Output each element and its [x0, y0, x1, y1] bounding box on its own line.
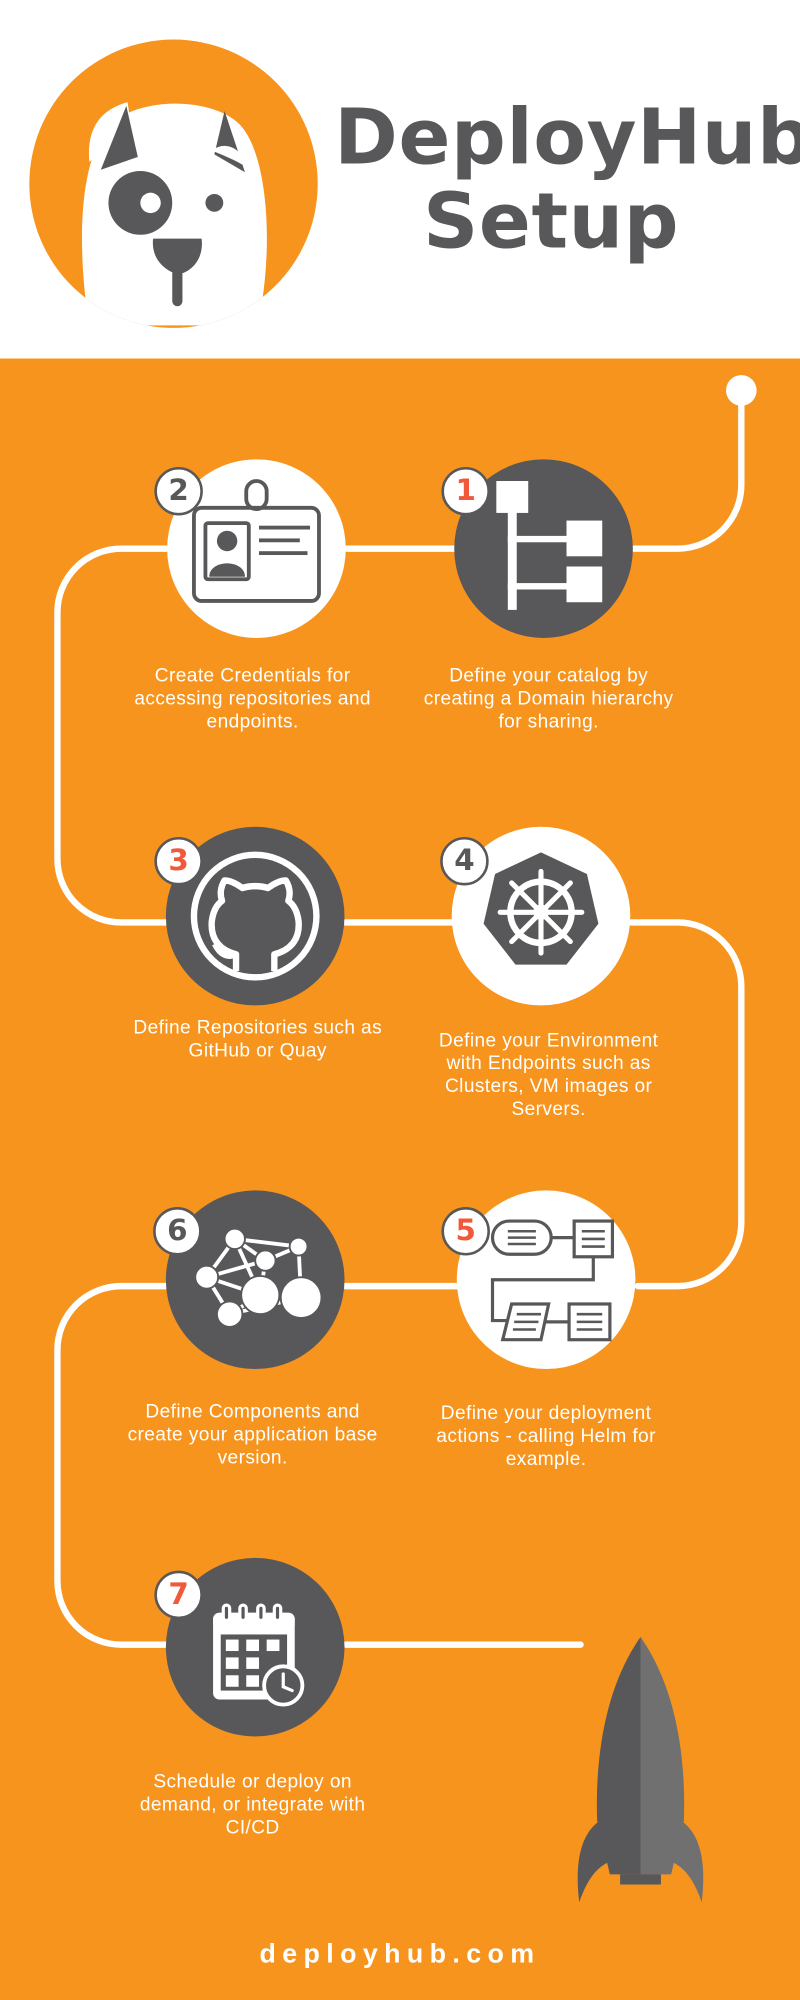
step-6-description: Define Components and create your applic…	[127, 1400, 378, 1469]
step-2-description: Create Credentials for accessing reposit…	[134, 664, 371, 733]
step-3-badge: 3	[154, 837, 203, 886]
rocket-icon	[577, 1637, 704, 1903]
step-1-description: Define your catalog by creating a Domain…	[423, 664, 674, 733]
step-7-description: Schedule or deploy on demand, or integra…	[139, 1770, 366, 1839]
step-4-description: Define your Environment with Endpoints s…	[438, 1029, 659, 1121]
step-4-badge: 4	[440, 837, 489, 886]
step-2-badge: 2	[154, 466, 203, 516]
step-7-badge: 7	[154, 1570, 203, 1620]
step-1-badge: 1	[441, 466, 490, 516]
step-5-badge: 5	[441, 1207, 490, 1256]
footer-url[interactable]: deployhub.com	[0, 1939, 800, 1970]
step-5-description: Define your deployment actions - calling…	[436, 1402, 656, 1470]
step-3-description: Define Repositories such as GitHub or Qu…	[133, 1016, 383, 1062]
step-6-badge: 6	[153, 1207, 202, 1256]
